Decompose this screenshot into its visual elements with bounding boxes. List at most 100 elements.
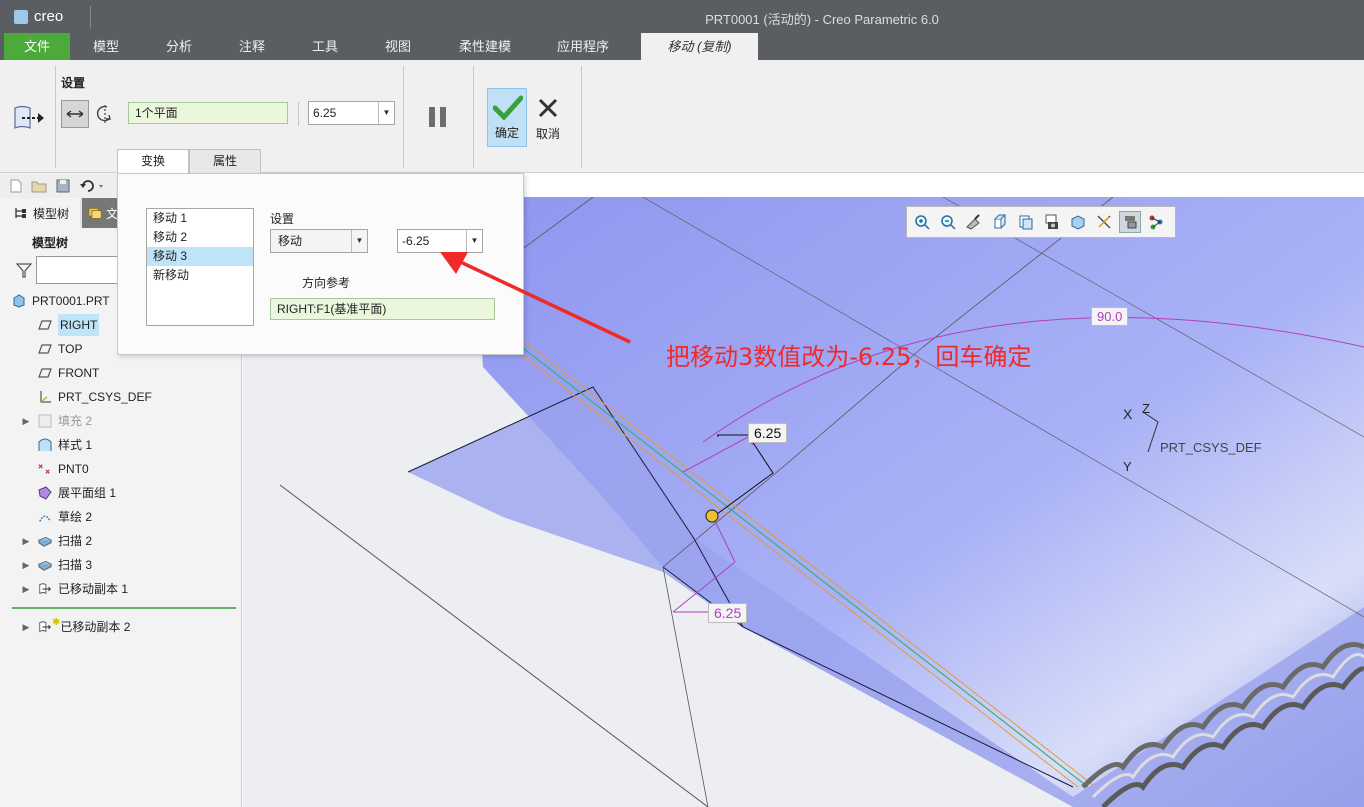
cancel-button[interactable]: 取消: [530, 88, 566, 147]
tree-item[interactable]: TOP: [20, 338, 82, 360]
zoom-in-icon[interactable]: [911, 211, 933, 233]
move-list-item-3[interactable]: 移动 3: [147, 247, 253, 266]
snapshot-icon[interactable]: [1041, 211, 1063, 233]
move-list-item-new[interactable]: 新移动: [147, 266, 253, 285]
folder-browser-icon: [88, 207, 102, 219]
move-value-field[interactable]: -6.25: [402, 234, 429, 248]
tree-item-label: PRT_CSYS_DEF: [58, 390, 152, 404]
tree-item[interactable]: 展平面组 1: [20, 482, 116, 504]
tree-item-label: 已移动副本 2: [60, 620, 131, 634]
tree-item[interactable]: ▶ ✱ 已移动副本 2: [20, 616, 131, 638]
tab-applications[interactable]: 应用程序: [538, 33, 628, 60]
distance-dimension-bottom[interactable]: 6.25: [708, 603, 748, 623]
tree-item-label: 已移动副本 1: [58, 582, 129, 596]
tree-header: 模型树: [32, 236, 69, 250]
zoom-out-icon[interactable]: [937, 211, 959, 233]
expand-arrow-icon[interactable]: ▶: [20, 616, 32, 638]
window-title: PRT0001 (活动的) - Creo Parametric 6.0: [705, 12, 939, 27]
part-icon: [12, 294, 26, 308]
moved-copy-icon: [38, 582, 52, 596]
tab-model-tree[interactable]: 模型树: [0, 198, 80, 228]
rotate-icon[interactable]: [92, 100, 118, 128]
chevron-down-icon[interactable]: ▼: [351, 230, 367, 252]
tree-item[interactable]: ▶ 扫描 2: [20, 530, 92, 552]
tree-item[interactable]: RIGHT: [20, 314, 100, 336]
chevron-down-icon[interactable]: ▼: [378, 102, 394, 124]
tree-item[interactable]: FRONT: [20, 362, 99, 384]
distance-dimension-top[interactable]: 6.25: [748, 423, 788, 443]
move-list-item-1[interactable]: 移动 1: [147, 209, 253, 228]
ribbon-separator: [403, 66, 404, 168]
expand-arrow-icon[interactable]: ▶: [20, 410, 32, 432]
datum-plane-edge: [662, 566, 709, 807]
open-folder-icon[interactable]: [30, 178, 48, 194]
filter-icon[interactable]: [14, 261, 34, 279]
undo-icon[interactable]: [78, 178, 106, 194]
translate-icon[interactable]: [61, 100, 89, 128]
tab-file[interactable]: 文件: [4, 33, 70, 60]
csys-label: PRT_CSYS_DEF: [1160, 440, 1262, 455]
style-icon: [38, 438, 52, 452]
tab-flexible-modeling[interactable]: 柔性建模: [440, 33, 530, 60]
tree-item[interactable]: ▶ 填充 2: [20, 410, 92, 432]
tree-item[interactable]: PRT0001.PRT: [12, 290, 110, 312]
tab-properties[interactable]: 属性: [189, 149, 261, 174]
tree-item-label: 样式 1: [58, 438, 93, 452]
tab-analysis[interactable]: 分析: [144, 33, 214, 60]
tab-view[interactable]: 视图: [362, 33, 434, 60]
ok-button[interactable]: 确定: [487, 88, 527, 147]
display-style-icon[interactable]: [1067, 211, 1089, 233]
settings-group-label: 设置: [61, 76, 86, 90]
tab-transform[interactable]: 变换: [117, 149, 189, 174]
panel-settings-label: 设置: [270, 212, 295, 226]
saved-views-icon[interactable]: [1015, 211, 1037, 233]
model-tree-icon: [15, 208, 26, 218]
angle-dimension-label[interactable]: 90.0: [1091, 307, 1129, 326]
tree-item-label: 扫描 2: [58, 534, 93, 548]
view-cube-icon[interactable]: [989, 211, 1011, 233]
expand-arrow-icon[interactable]: ▶: [20, 578, 32, 600]
tree-item-label: 草绘 2: [58, 510, 93, 524]
tree-item-label: PNT0: [58, 462, 89, 476]
tree-item-label: 填充 2: [58, 414, 93, 428]
tree-search-input[interactable]: [36, 256, 118, 284]
annotation-display-icon[interactable]: [1119, 211, 1141, 233]
annotation-arrow: [440, 252, 631, 344]
distance-combo[interactable]: 6.25 ▼: [308, 101, 395, 125]
flatten-icon: [38, 486, 52, 500]
move-type-combo[interactable]: 移动 ▼: [270, 229, 368, 253]
tree-item-label: RIGHT: [58, 314, 100, 336]
ribbon-separator: [473, 66, 474, 168]
drag-handle[interactable]: [705, 509, 719, 523]
reference-field[interactable]: 1个平面: [128, 102, 288, 124]
tree-item[interactable]: ▶ 已移动副本 1: [20, 578, 128, 600]
save-icon[interactable]: [55, 178, 71, 194]
new-file-icon[interactable]: [8, 178, 24, 194]
expand-arrow-icon[interactable]: ▶: [20, 554, 32, 576]
tree-item-label: TOP: [58, 342, 83, 356]
tree-item[interactable]: PNT0: [20, 458, 89, 480]
moved-copy-icon: [38, 620, 52, 634]
spin-center-icon[interactable]: [1145, 211, 1167, 233]
move-list-item-2[interactable]: 移动 2: [147, 228, 253, 247]
sweep-icon: [38, 534, 52, 548]
expand-arrow-icon[interactable]: ▶: [20, 530, 32, 552]
tree-item[interactable]: ▶ 扫描 3: [20, 554, 92, 576]
tab-move-copy[interactable]: 移动 (复制): [641, 33, 758, 60]
tree-item[interactable]: PRT_CSYS_DEF: [20, 386, 152, 408]
ribbon-separator: [581, 66, 582, 168]
datum-display-icon[interactable]: [1093, 211, 1115, 233]
tree-item[interactable]: 样式 1: [20, 434, 92, 456]
tab-folder-browser[interactable]: 文: [82, 198, 118, 228]
repaint-icon[interactable]: [963, 211, 985, 233]
point-icon: [38, 462, 52, 476]
pause-button[interactable]: [424, 102, 452, 132]
sketch-icon: [38, 510, 52, 524]
move-list[interactable]: 移动 1 移动 2 移动 3 新移动: [146, 208, 254, 326]
tree-item[interactable]: 草绘 2: [20, 506, 92, 528]
model-tree-tab-label: 模型树: [33, 206, 70, 221]
tab-model[interactable]: 模型: [72, 33, 140, 60]
tab-annotate[interactable]: 注释: [216, 33, 288, 60]
tab-tools[interactable]: 工具: [290, 33, 360, 60]
move-copy-icon[interactable]: [10, 102, 48, 134]
